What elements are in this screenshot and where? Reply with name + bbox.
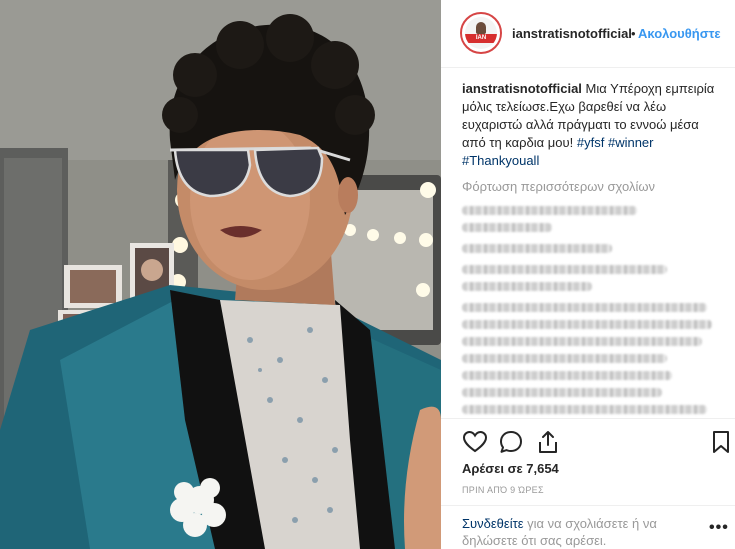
post-header: IAN ianstratisnotofficial • Ακολουθήστε [441,0,735,68]
caption: ianstratisnotofficial Μια Υπέροχη εμπειρ… [462,80,718,170]
post-photo[interactable] [0,0,441,549]
caption-username[interactable]: ianstratisnotofficial [462,81,582,96]
avatar-figure [476,22,486,34]
blurred-comment-line [462,223,552,232]
load-more-comments-button[interactable]: Φόρτωση περισσότερων σχολίων [462,179,718,194]
login-prompt: Συνδεθείτε για να σχολιάσετε ή να δηλώσε… [462,515,702,549]
post-photo-illustration [0,0,441,549]
share-icon[interactable] [535,429,561,455]
hashtag-link[interactable]: #yfsf [577,135,604,150]
blurred-comment-line [462,405,707,414]
header-separator: • [631,26,636,41]
heart-icon[interactable] [462,429,488,455]
blurred-comment-line [462,303,707,312]
avatar-logo: IAN [465,17,497,49]
blurred-comment-line [462,206,637,215]
blurred-comment-line [462,265,667,274]
comments-section: ianstratisnotofficial Μια Υπέροχη εμπειρ… [462,80,718,422]
post-timestamp: ΠΡΙΝ ΑΠΌ 9 ΏΡΕΣ [462,485,544,495]
bookmark-icon[interactable] [708,429,734,455]
follow-button[interactable]: Ακολουθήστε [638,26,721,41]
hashtag-link[interactable]: #winner [608,135,654,150]
comment-icon[interactable] [498,429,524,455]
blurred-comments [462,206,718,414]
header-username[interactable]: ianstratisnotofficial [512,26,632,41]
avatar-logo-text: IAN [475,35,487,41]
login-link[interactable]: Συνδεθείτε [462,516,524,531]
hashtag-link[interactable]: #Thankyouall [462,153,539,168]
add-comment-bar: Συνδεθείτε για να σχολιάσετε ή να δηλώσε… [441,505,735,549]
post-actions: Αρέσει σε 7,654 ΠΡΙΝ ΑΠΌ 9 ΏΡΕΣ Συνδεθεί… [441,418,735,549]
blurred-comment-line [462,371,672,380]
more-options-button[interactable]: ••• [709,519,729,537]
blurred-comment-line [462,244,612,253]
post-sidebar: IAN ianstratisnotofficial • Ακολουθήστε … [441,0,735,549]
blurred-comment-line [462,282,592,291]
avatar[interactable]: IAN [460,12,502,54]
blurred-comment-line [462,337,702,346]
blurred-comment-line [462,388,662,397]
blurred-comment-line [462,354,667,363]
blurred-comment-line [462,320,712,329]
likes-count[interactable]: Αρέσει σε 7,654 [462,461,559,476]
